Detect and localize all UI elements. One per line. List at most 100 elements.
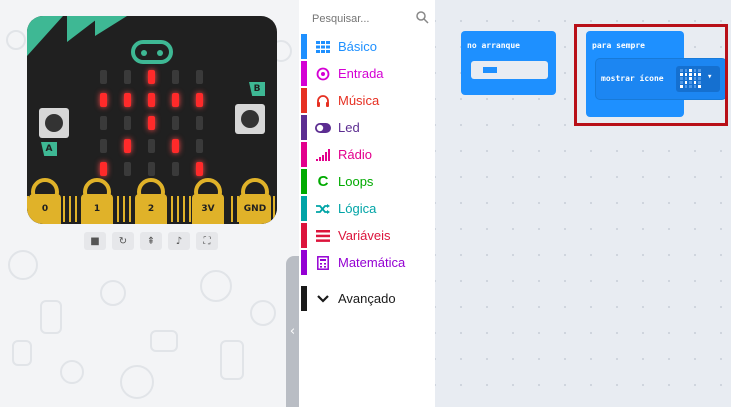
background-doodle	[220, 340, 244, 380]
shuffle-icon	[315, 202, 331, 216]
pin-stripe	[237, 196, 239, 222]
background-doodle	[6, 30, 26, 50]
background-doodle	[150, 330, 178, 352]
grid-icon	[315, 40, 331, 54]
category-label: Entrada	[338, 66, 384, 81]
background-doodle	[8, 250, 38, 280]
category-label: Led	[338, 120, 360, 135]
category-logica[interactable]: Lógica	[301, 196, 435, 221]
slow-motion-icon[interactable]: ⇞	[140, 232, 162, 250]
chevron-down-icon	[315, 292, 331, 306]
led	[196, 93, 203, 107]
category-label: Avançado	[338, 291, 396, 306]
button-b[interactable]	[235, 104, 265, 134]
led	[124, 70, 131, 84]
category-color-bar	[301, 286, 307, 311]
category-musica[interactable]: Música	[301, 88, 435, 113]
led	[172, 139, 179, 153]
led	[148, 139, 155, 153]
button-a[interactable]	[39, 108, 69, 138]
pin-stripe	[63, 196, 65, 222]
collapse-simulator-button[interactable]: ‹	[286, 256, 299, 407]
pin-stripe	[123, 196, 125, 222]
category-label: Variáveis	[338, 228, 391, 243]
slot-notch	[483, 67, 497, 73]
led	[172, 116, 179, 130]
category-variaveis[interactable]: Variáveis	[301, 223, 435, 248]
led	[124, 139, 131, 153]
category-color-bar	[301, 223, 307, 248]
led	[196, 139, 203, 153]
pin-stripe	[75, 196, 77, 222]
led	[100, 70, 107, 84]
pin-label: 0	[41, 204, 49, 214]
microbit-board[interactable]: A B 0 1 2 3V GND	[27, 16, 277, 224]
pin-stripe	[27, 196, 29, 222]
on-start-label: no arranque	[467, 41, 520, 50]
mute-icon[interactable]: ♪	[168, 232, 190, 250]
category-label: Básico	[338, 39, 378, 54]
led	[196, 116, 203, 130]
category-entrada[interactable]: Entrada	[301, 61, 435, 86]
led	[100, 116, 107, 130]
category-color-bar	[301, 61, 307, 86]
background-doodle	[100, 280, 126, 306]
led	[148, 70, 155, 84]
simulator-panel: A B 0 1 2 3V GND ■ ↻ ⇞ ♪ ⛶	[0, 0, 299, 407]
category-matematica[interactable]: Matemática	[301, 250, 435, 275]
on-start-block[interactable]: no arranque	[461, 31, 556, 95]
led	[124, 116, 131, 130]
pin-stripe	[189, 196, 191, 222]
led	[124, 162, 131, 176]
led	[148, 116, 155, 130]
category-led[interactable]: Led	[301, 115, 435, 140]
category-color-bar	[301, 115, 307, 140]
category-loops[interactable]: C Loops	[301, 169, 435, 194]
search-icon[interactable]	[415, 10, 429, 24]
led	[196, 162, 203, 176]
restart-icon[interactable]: ↻	[112, 232, 134, 250]
category-label: Música	[338, 93, 380, 108]
stop-icon[interactable]: ■	[84, 232, 106, 250]
led	[148, 162, 155, 176]
category-basico[interactable]: Básico	[301, 34, 435, 59]
led	[100, 139, 107, 153]
pin-stripe	[231, 196, 233, 222]
button-b-label: B	[249, 82, 265, 96]
background-doodle	[40, 300, 62, 334]
pin-stripe	[69, 196, 71, 222]
toggle-icon	[315, 121, 331, 135]
led	[100, 162, 107, 176]
led	[172, 162, 179, 176]
category-avancado[interactable]: Avançado	[301, 286, 435, 311]
board-corner-decoration	[27, 16, 63, 56]
category-radio[interactable]: Rádio	[301, 142, 435, 167]
pin-label: 2	[147, 204, 155, 214]
pin-stripe	[117, 196, 119, 222]
simulator-controls: ■ ↻ ⇞ ♪ ⛶	[84, 232, 218, 250]
led	[196, 70, 203, 84]
category-label: Matemática	[338, 255, 406, 270]
search-input[interactable]	[310, 8, 432, 30]
category-color-bar	[301, 250, 307, 275]
category-label: Lógica	[338, 201, 377, 216]
led	[172, 93, 179, 107]
headphones-icon	[315, 94, 331, 108]
led	[100, 93, 107, 107]
category-color-bar	[301, 34, 307, 59]
background-doodle	[200, 270, 232, 302]
pin-stripe	[129, 196, 131, 222]
pin-stripe	[177, 196, 179, 222]
fullscreen-icon[interactable]: ⛶	[196, 232, 218, 250]
led	[148, 93, 155, 107]
calculator-icon	[315, 255, 331, 270]
category-label: Loops	[338, 174, 374, 189]
background-doodle	[250, 300, 276, 326]
background-doodle	[60, 360, 84, 384]
pin-stripe	[183, 196, 185, 222]
loop-icon: C	[317, 173, 329, 190]
background-doodle	[120, 365, 154, 399]
category-label: Rádio	[338, 147, 372, 162]
led	[172, 70, 179, 84]
pin-stripe	[273, 196, 275, 222]
